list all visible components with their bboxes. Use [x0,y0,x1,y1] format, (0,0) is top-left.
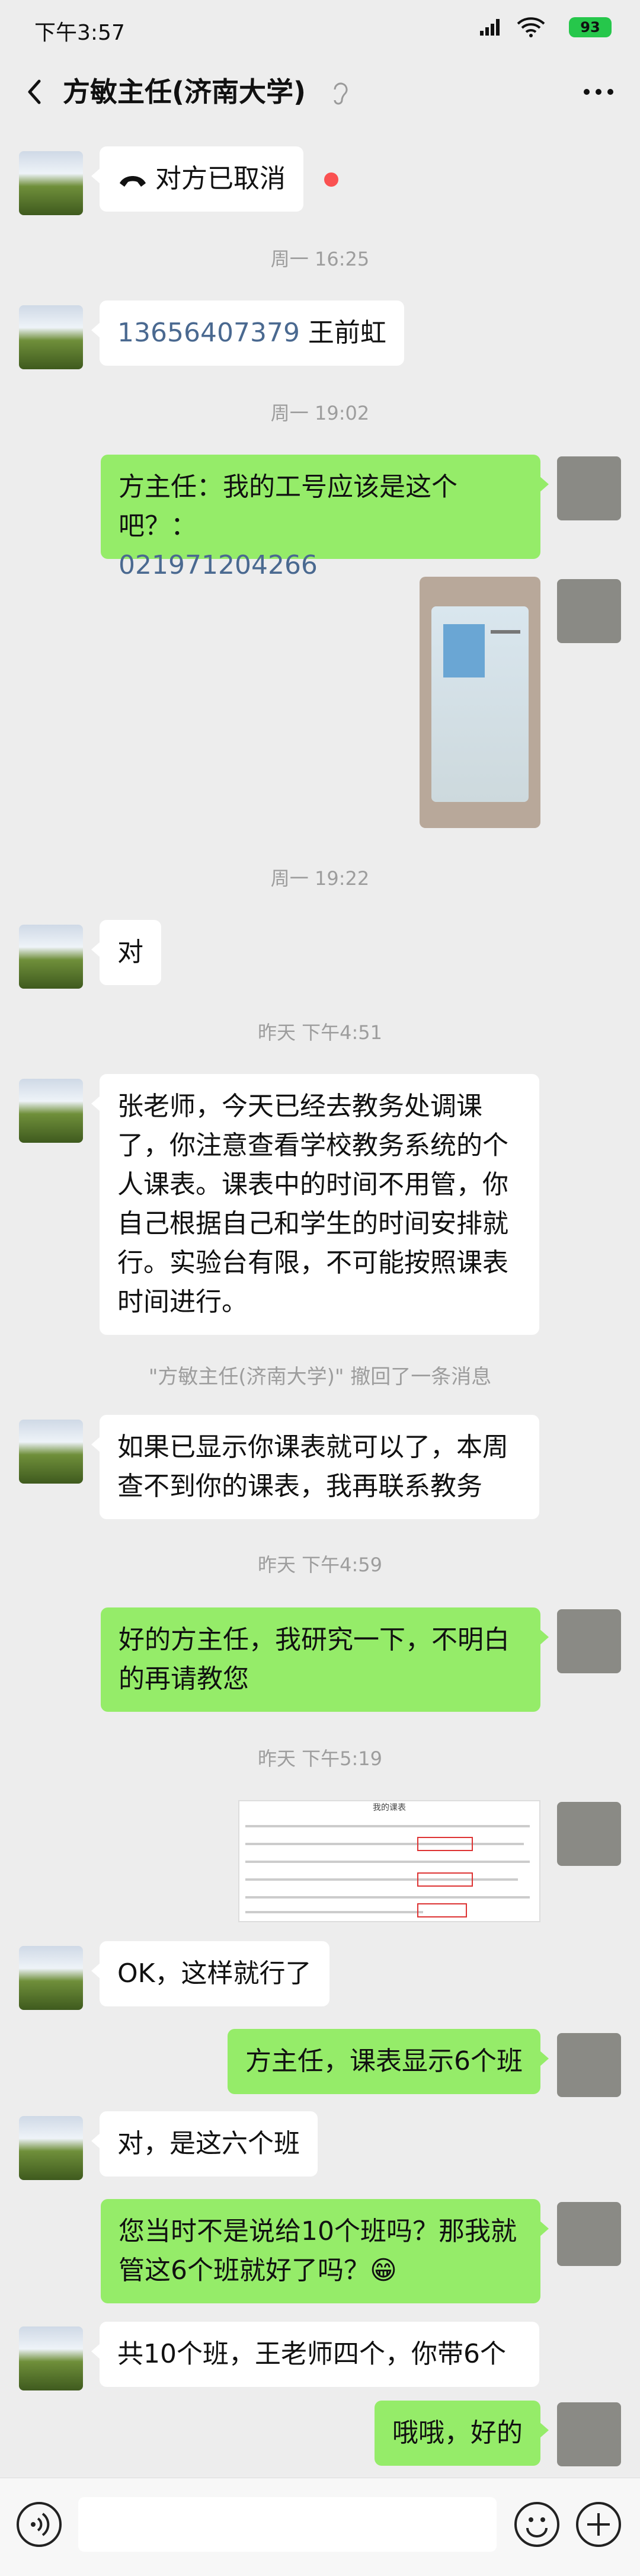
battery-icon: 93 [569,17,612,37]
contact-avatar[interactable] [19,925,83,989]
message-text: 方主任：我的工号应该是这个吧？： [119,472,457,541]
message-bubble[interactable]: 您当时不是说给10个班吗？那我就管这6个班就好了吗？😁 [101,2199,549,2303]
chat-header: 方敏主任(济南大学) [0,56,640,127]
my-avatar[interactable] [557,2402,621,2466]
table-line [245,1825,530,1827]
my-avatar[interactable] [557,2202,621,2266]
smile-face-icon [526,2517,548,2537]
contact-avatar[interactable] [19,2326,83,2390]
message-text: 对，是这六个班 [117,2128,300,2159]
message-text: 好的方主任，我研究一下，不明白的再请教您 [119,1625,510,1694]
highlight-box [417,1837,473,1851]
message-text: 共10个班，王老师四个，你带6个 [117,2339,506,2369]
signal-icon [480,19,504,36]
emoji-icon[interactable] [514,2502,559,2547]
screenshot-message[interactable]: 我的课表 [238,1800,540,1922]
message-bubble[interactable]: 对 [91,920,161,985]
timestamp: 周一 16:25 [270,248,370,270]
message-bubble[interactable]: 共10个班，王老师四个，你带6个 [91,2322,539,2387]
number-link[interactable]: 021971204266 [119,550,318,580]
recall-notice: "方敏主任(济南大学)" 撤回了一条消息 [148,1365,492,1389]
highlight-box [417,1903,467,1917]
timestamp: 周一 19:22 [270,867,370,890]
chat-title: 方敏主任(济南大学) [63,76,306,108]
call-status-text: 对方已取消 [155,164,286,194]
my-avatar[interactable] [557,1609,621,1673]
contact-avatar[interactable] [19,151,83,215]
message-bubble[interactable]: 哦哦，好的 [375,2401,549,2466]
message-bubble[interactable]: 好的方主任，我研究一下，不明白的再请教您 [101,1607,549,1712]
message-text: 哦哦，好的 [392,2418,523,2448]
message-text: OK，这样就行了 [117,1958,312,1989]
my-avatar[interactable] [557,2033,621,2097]
photo-message[interactable] [420,577,540,828]
phone-number-link[interactable]: 13656407379 [117,318,300,348]
contact-avatar[interactable] [19,1420,83,1484]
table-line [245,1843,524,1845]
message-bubble[interactable]: 方主任：我的工号应该是这个吧？： 021971204266 [101,455,549,580]
table-line [245,1911,423,1913]
message-bubble[interactable]: 方主任，课表显示6个班 [228,2029,549,2094]
table-line [245,1896,530,1899]
my-avatar[interactable] [557,1802,621,1866]
message-text: 王前虹 [299,318,386,348]
message-bubble[interactable]: 张老师，今天已经去教务处调课了，你注意查看学校教务系统的个人课表。课表中的时间不… [91,1074,539,1335]
card-text-line [491,630,520,634]
timestamp: 昨天 下午4:51 [257,1021,383,1044]
message-bubble[interactable]: OK，这样就行了 [91,1941,329,2006]
voice-input-icon[interactable] [17,2502,62,2547]
contact-avatar[interactable] [19,2116,83,2180]
message-text: 对 [117,937,143,967]
message-bubble[interactable]: 如果已显示你课表就可以了，本周查不到你的课表，我再联系教务 [91,1415,539,1519]
screenshot-caption: 我的课表 [373,1803,406,1813]
table-line [245,1878,518,1881]
message-text: 张老师，今天已经去教务处调课了，你注意查看学校教务系统的个人课表。课表中的时间不… [117,1091,508,1317]
phone-hangup-icon [120,176,146,187]
message-text: 如果已显示你课表就可以了，本周查不到你的课表，我再联系教务 [117,1432,508,1501]
back-arrow-icon[interactable] [18,74,53,110]
message-text: 方主任，课表显示6个班 [245,2046,523,2076]
voice-wave-icon [31,2513,50,2536]
id-photo [443,624,485,677]
highlight-box [417,1872,473,1887]
contact-avatar[interactable] [19,1946,83,2010]
message-input[interactable] [78,2497,497,2552]
more-actions-plus-icon[interactable] [576,2502,621,2547]
more-options-icon[interactable] [581,80,616,104]
timestamp: 昨天 下午5:19 [257,1747,383,1770]
timestamp: 昨天 下午4:59 [257,1554,383,1576]
input-bar [0,2478,640,2576]
message-bubble[interactable]: 13656407379 王前虹 [91,301,404,366]
status-bar: 下午3:57 93 [0,0,640,56]
my-avatar[interactable] [557,456,621,520]
message-bubble[interactable]: 对，是这六个班 [91,2111,318,2177]
message-text: 您当时不是说给10个班吗？那我就管这6个班就好了吗？😁 [119,2216,517,2286]
my-avatar[interactable] [557,579,621,643]
unread-dot [324,172,338,187]
earpiece-mode-icon [334,82,348,105]
contact-avatar[interactable] [19,305,83,369]
status-time: 下午3:57 [34,21,125,45]
wifi-icon [517,17,545,37]
table-line [245,1861,530,1863]
timestamp: 周一 19:02 [270,402,370,424]
call-cancelled-bubble[interactable]: 对方已取消 [91,146,303,212]
contact-avatar[interactable] [19,1079,83,1143]
